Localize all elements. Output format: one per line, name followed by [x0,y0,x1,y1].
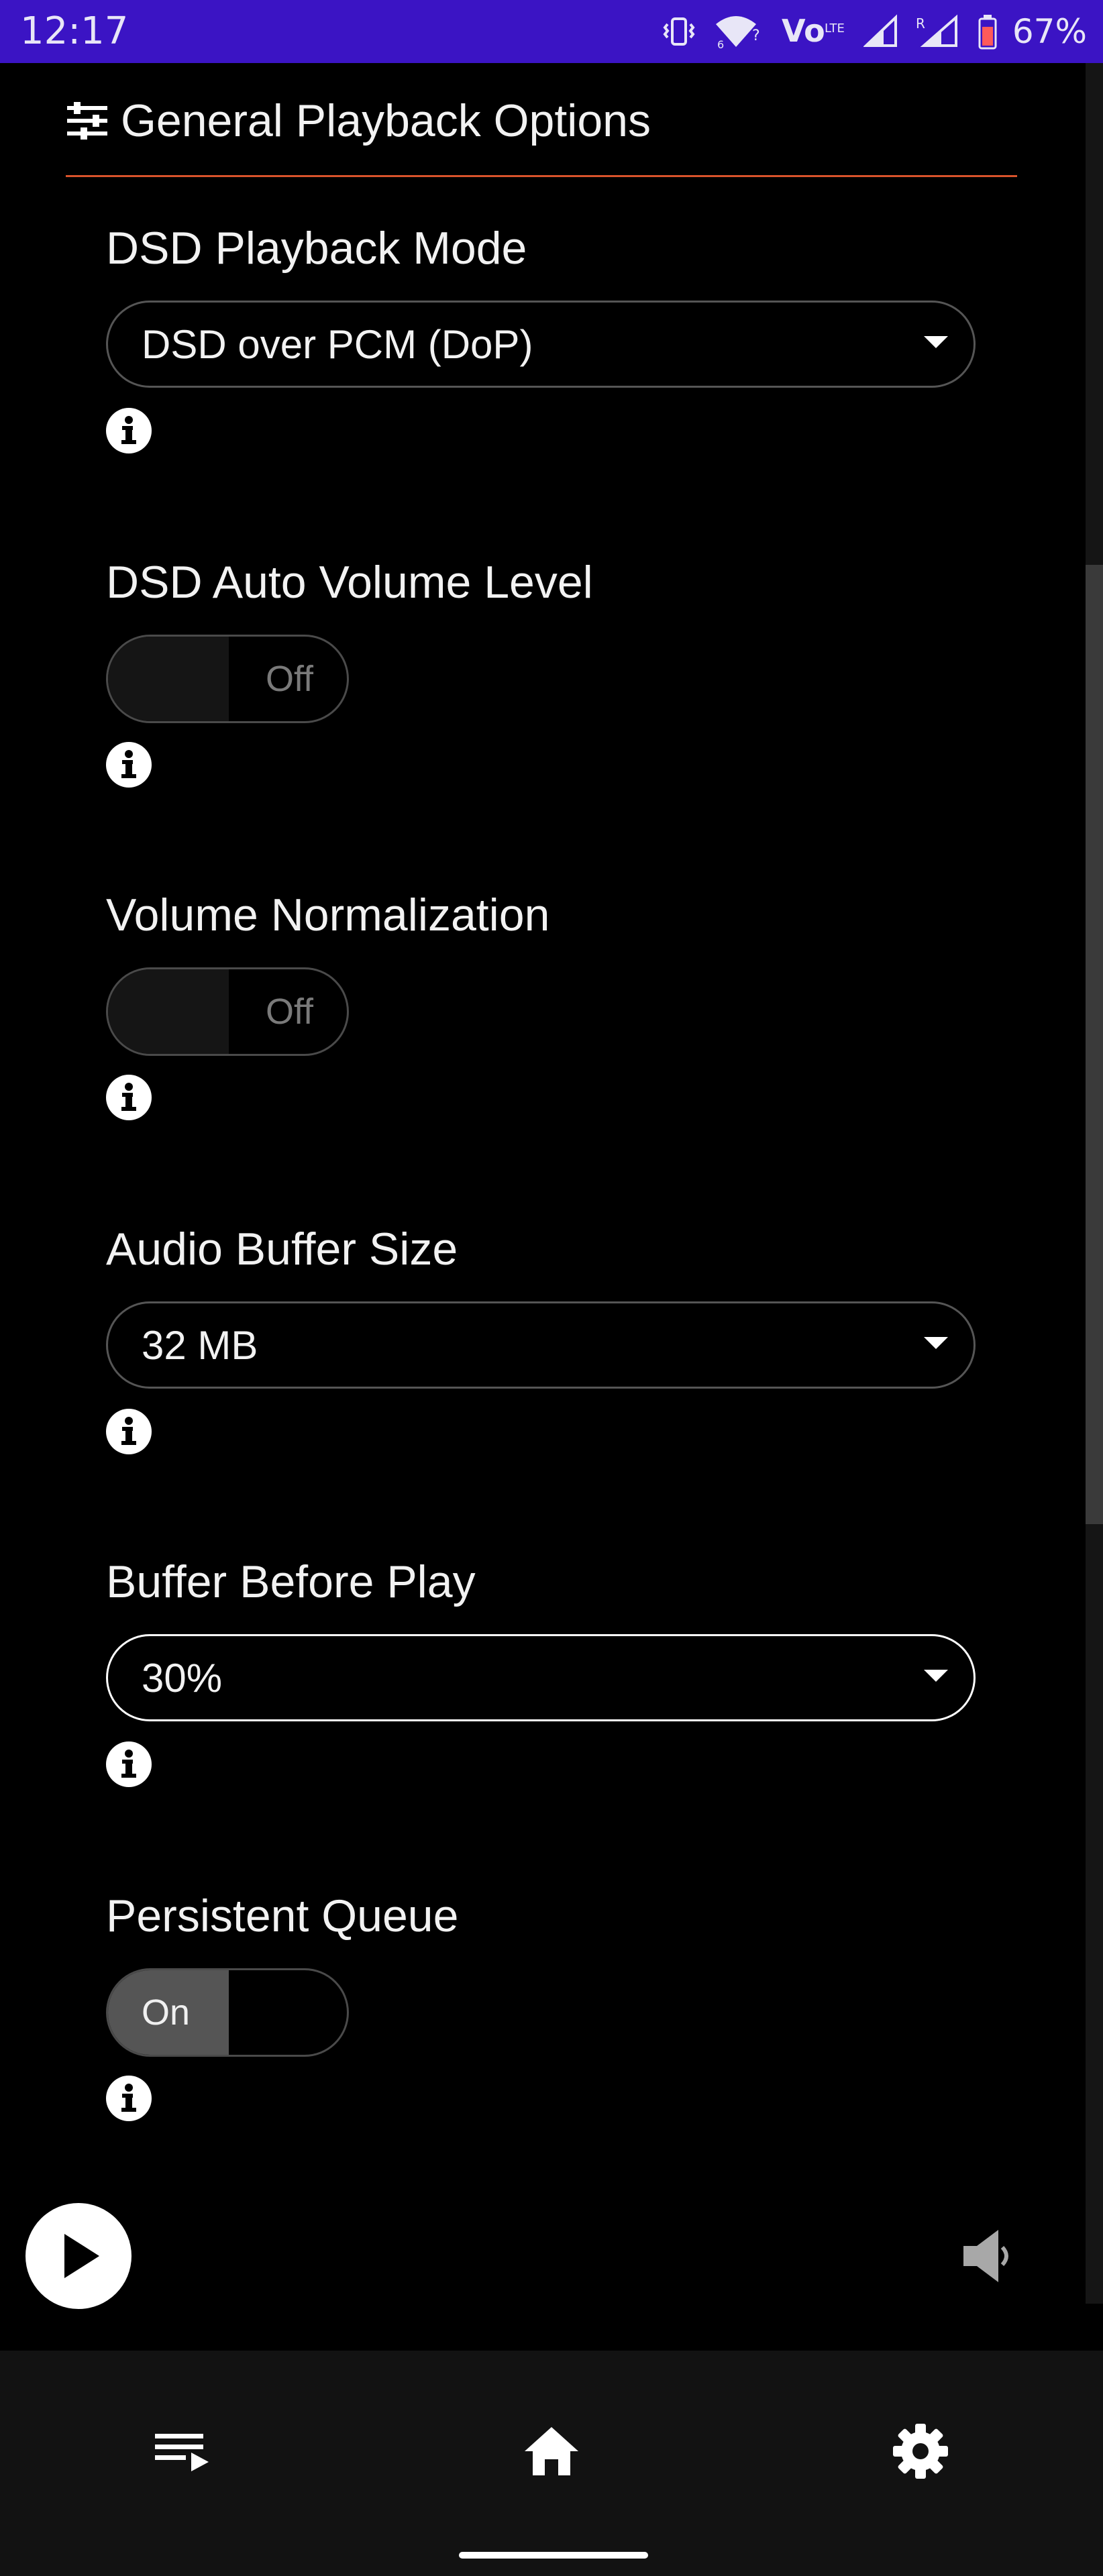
dropdown-arrow-icon [924,1337,948,1349]
section-header: General Playback Options [66,87,1018,154]
section-title: General Playback Options [121,95,651,146]
setting-label: DSD Playback Mode [106,223,527,274]
setting-persistent-queue: Persistent Queue On [106,1889,978,2131]
setting-label: Audio Buffer Size [106,1224,458,1275]
volume-normalization-toggle[interactable]: Off [106,967,349,1056]
persistent-queue-toggle[interactable]: On [106,1968,349,2057]
select-value: 30% [142,1655,223,1701]
setting-label: Persistent Queue [106,1890,459,1941]
buffer-before-play-select[interactable]: 30% [106,1634,976,1721]
setting-buffer-before-play: Buffer Before Play 30% [106,1555,978,1796]
wifi-icon: ? 6 [715,16,760,50]
queue-icon [155,2434,209,2471]
info-icon[interactable] [106,1741,152,1787]
settings-gear-icon [893,2424,948,2479]
bottom-nav [0,2351,1103,2576]
info-icon[interactable] [106,1075,152,1120]
toggle-label: Off [265,659,313,699]
gesture-bar[interactable] [459,2552,648,2559]
status-bar: 12:17 ? 6 Vo LTE R 67% [0,0,1103,63]
setting-label: DSD Auto Volume Level [106,557,593,608]
toggle-label: Off [265,991,313,1032]
setting-dsd-auto-volume-level: DSD Auto Volume Level Off [106,555,978,797]
nav-settings[interactable] [880,2418,961,2485]
toggle-fill [108,637,229,721]
setting-volume-normalization: Volume Normalization Off [106,888,978,1130]
battery-percent: 67% [1012,12,1087,51]
select-value: DSD over PCM (DoP) [142,321,533,367]
volte-icon: Vo LTE [782,13,845,49]
info-icon[interactable] [106,1409,152,1454]
toggle-label: On [142,1992,191,2033]
scrollbar-thumb[interactable] [1086,565,1103,1524]
play-icon [64,2234,99,2278]
roaming-signal-icon: R [916,14,957,47]
svg-text:LTE: LTE [825,21,845,36]
section-divider [66,175,1017,177]
sliders-icon [67,102,107,140]
battery-icon [978,15,997,50]
audio-buffer-size-select[interactable]: 32 MB [106,1301,976,1389]
play-button[interactable] [25,2203,132,2309]
dsd-auto-volume-toggle[interactable]: Off [106,635,349,723]
dsd-playback-mode-select[interactable]: DSD over PCM (DoP) [106,301,976,388]
setting-audio-buffer-size: Audio Buffer Size 32 MB [106,1222,978,1464]
setting-label: Buffer Before Play [106,1556,476,1607]
select-value: 32 MB [142,1322,258,1368]
status-icons: ? 6 Vo LTE R 67% [660,9,1087,54]
signal-icon [863,14,897,47]
nav-home[interactable] [511,2418,592,2485]
setting-dsd-playback-mode: DSD Playback Mode DSD over PCM (DoP) [106,221,978,463]
nav-queue[interactable] [142,2418,223,2485]
info-icon[interactable] [106,742,152,788]
volume-icon[interactable] [961,2226,1017,2286]
svg-text:Vo: Vo [782,13,825,49]
toggle-fill [108,969,229,1054]
svg-text:6: 6 [717,38,724,50]
dropdown-arrow-icon [924,336,948,348]
svg-text:R: R [916,15,925,32]
dropdown-arrow-icon [924,1670,948,1682]
svg-text:?: ? [752,28,760,44]
vibrate-icon [663,17,695,46]
home-icon [525,2427,578,2475]
status-time: 12:17 [20,9,129,53]
info-icon[interactable] [106,408,152,453]
info-icon[interactable] [106,2076,152,2121]
setting-label: Volume Normalization [106,890,550,941]
